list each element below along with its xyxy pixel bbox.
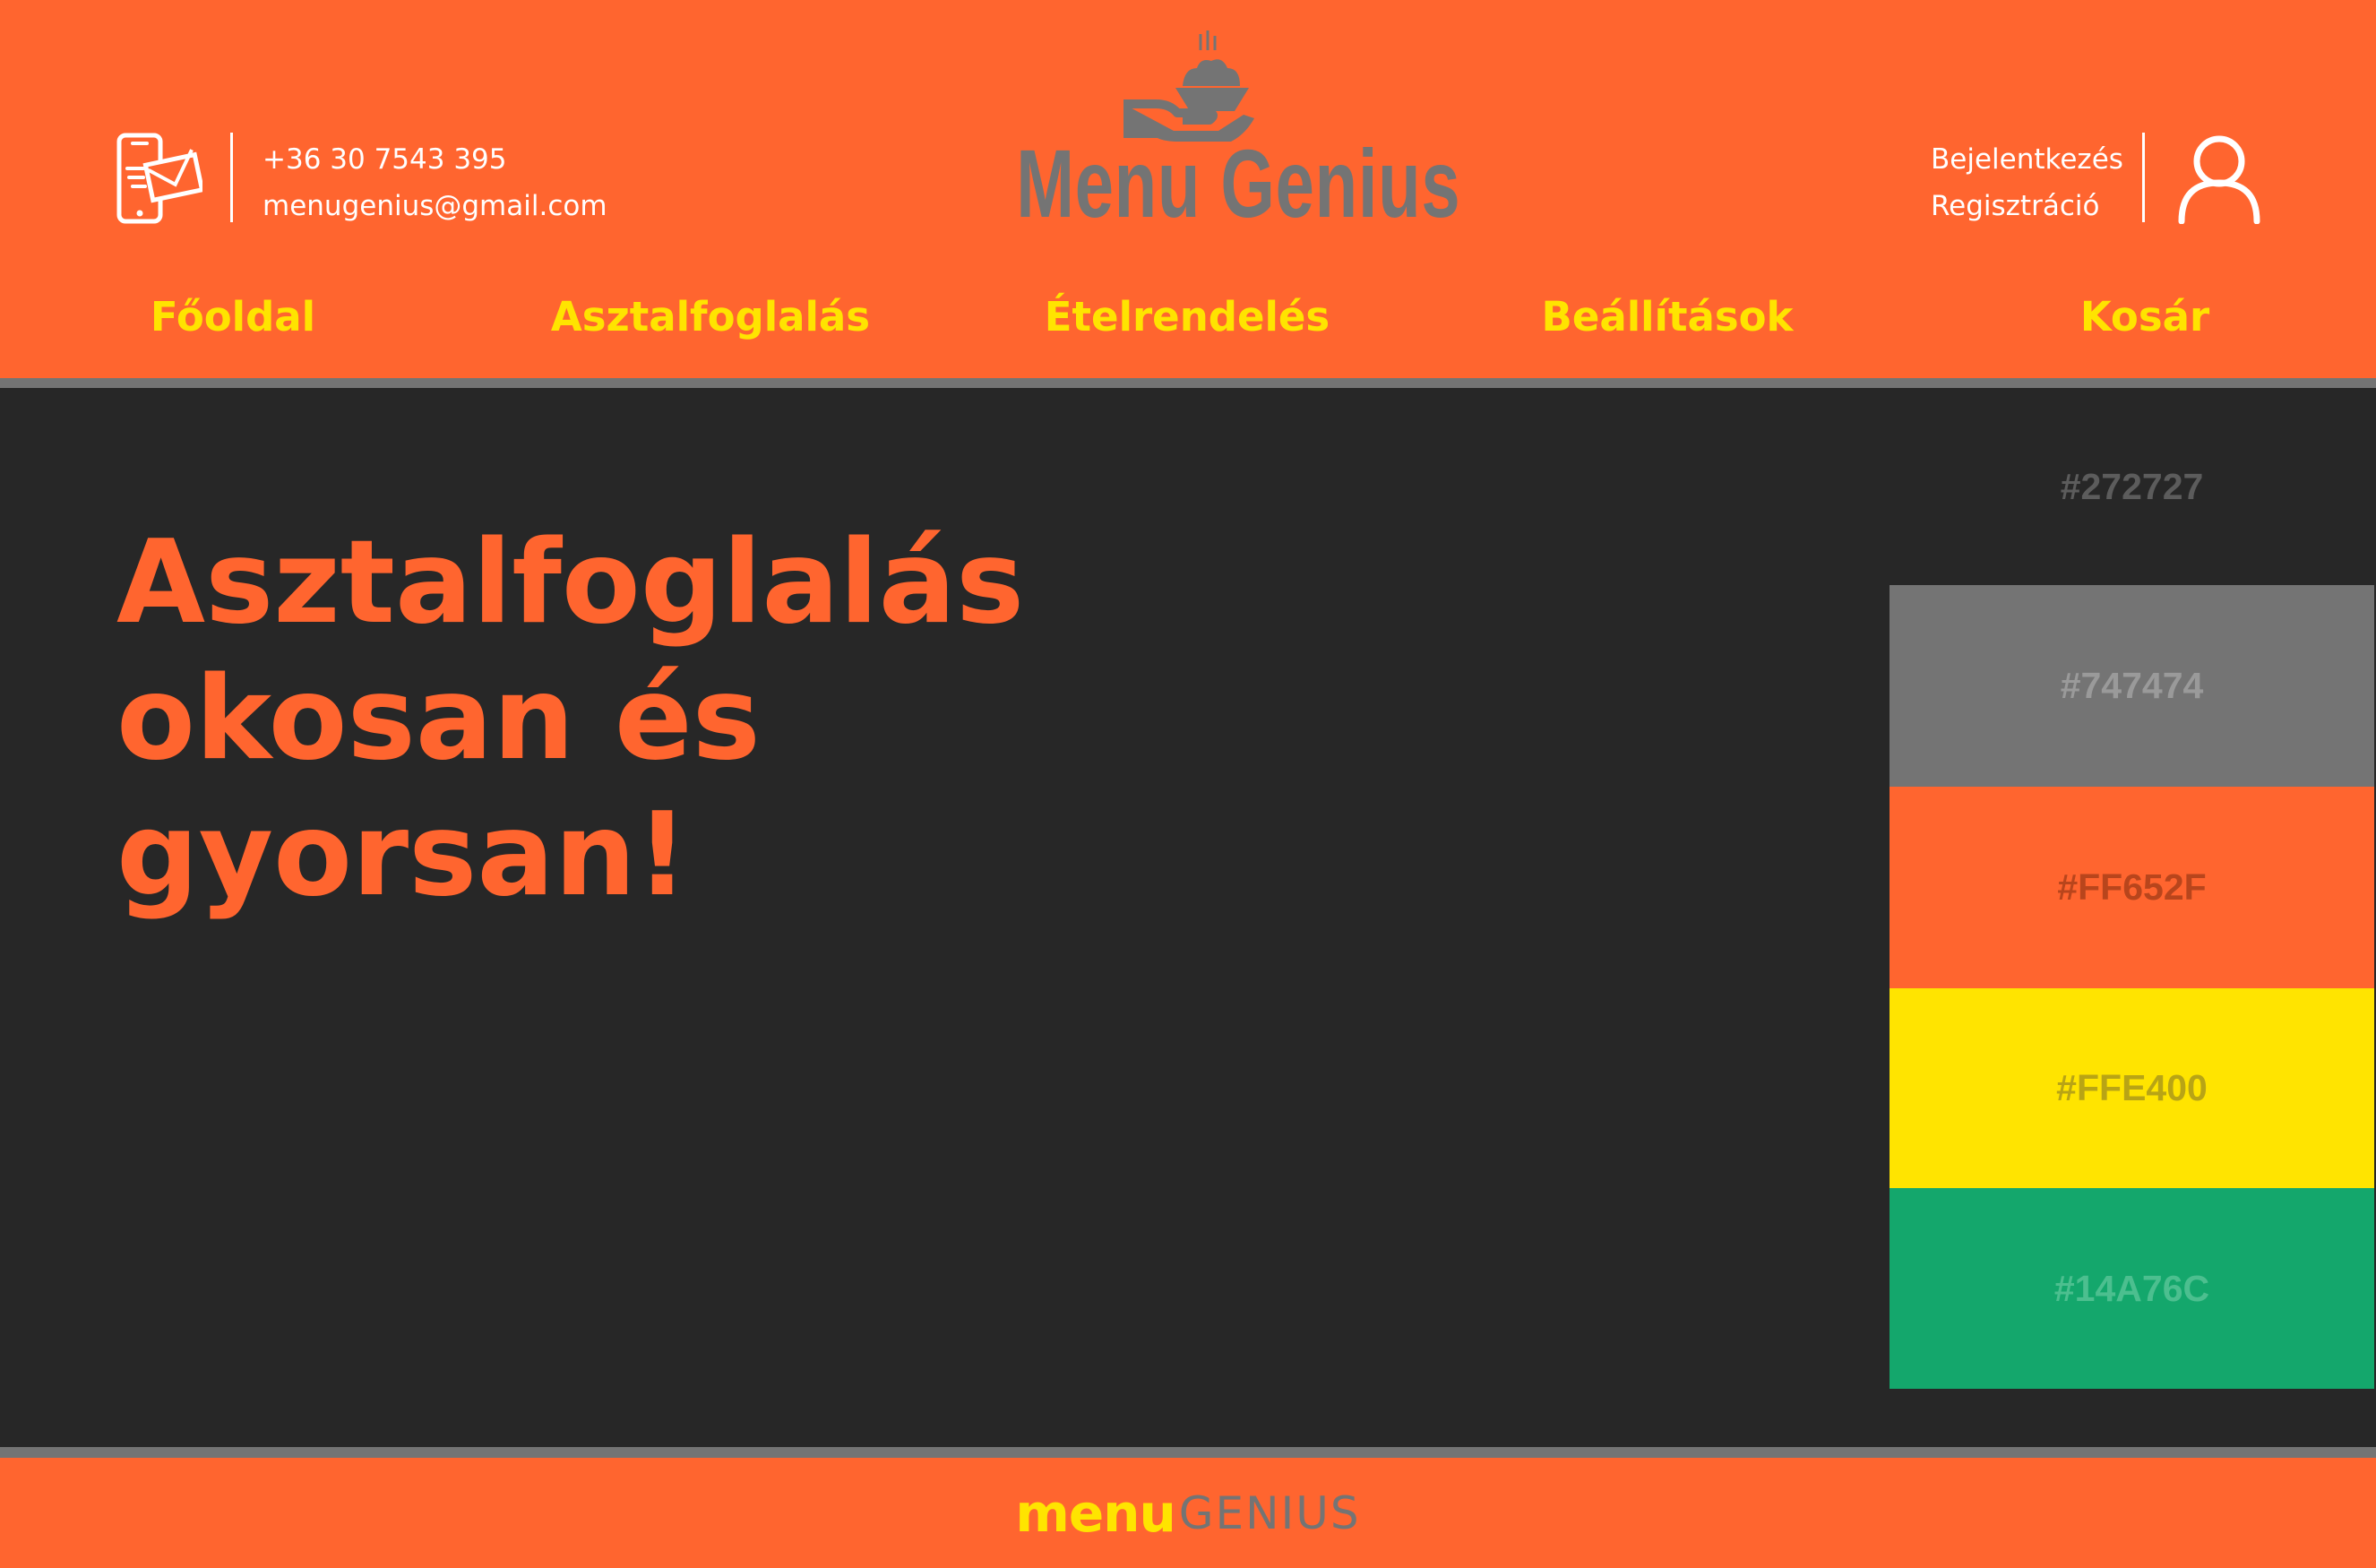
color-swatch: #272727	[1890, 388, 2374, 585]
auth-divider	[2142, 133, 2145, 222]
phone-number[interactable]: +36 30 7543 395	[263, 136, 607, 183]
color-palette: #272727 #747474 #FF652F #FFE400 #14A76C	[1890, 388, 2374, 1389]
main-nav: Főoldal Asztalfoglalás Ételrendelés Beál…	[0, 285, 2376, 349]
logo-wordmark[interactable]: Menu Genius	[1016, 134, 1459, 233]
nav-item-etelrendeles[interactable]: Ételrendelés	[1045, 285, 1330, 349]
nav-item-fooldal[interactable]: Főoldal	[151, 285, 315, 349]
footer-logo-menu: menu	[1015, 1482, 1175, 1544]
site-header: +36 30 7543 395 menugenius@gmail.com Men…	[0, 0, 2376, 378]
color-swatch: #FF652F	[1890, 787, 2374, 988]
footer-logo[interactable]: menu GENIUS	[0, 1458, 2376, 1568]
footer-divider	[0, 1447, 2376, 1458]
site-footer: menu GENIUS	[0, 1458, 2376, 1568]
login-link[interactable]: Bejelentkezés	[1931, 136, 2123, 183]
email-address[interactable]: menugenius@gmail.com	[263, 183, 607, 229]
contact-divider	[230, 133, 233, 222]
swatch-label: #14A76C	[2053, 1267, 2210, 1309]
swatch-label: #272727	[2060, 465, 2204, 507]
color-swatch: #FFE400	[1890, 988, 2374, 1188]
nav-item-beallitasok[interactable]: Beállítások	[1542, 285, 1794, 349]
contact-info: +36 30 7543 395 menugenius@gmail.com	[263, 136, 607, 229]
phone-mail-icon	[116, 133, 202, 224]
hero-headline: Asztalfoglalás okosan és gyorsan!	[116, 515, 1025, 924]
swatch-label: #747474	[2060, 665, 2204, 706]
footer-logo-genius: GENIUS	[1178, 1486, 1361, 1539]
swatch-label: #FFE400	[2056, 1067, 2208, 1108]
nav-item-kosar[interactable]: Kosár	[2080, 285, 2209, 349]
color-swatch: #14A76C	[1890, 1188, 2374, 1389]
register-link[interactable]: Regisztráció	[1931, 183, 2123, 229]
hero-line: okosan és	[116, 652, 761, 786]
color-swatch: #747474	[1890, 585, 2374, 787]
auth-links: Bejelentkezés Regisztráció	[1931, 136, 2123, 229]
hero-line: gyorsan!	[116, 788, 689, 922]
swatch-label: #FF652F	[2057, 866, 2207, 908]
nav-item-asztalfoglalas[interactable]: Asztalfoglalás	[551, 285, 870, 349]
user-icon[interactable]	[2177, 133, 2261, 224]
header-divider	[0, 378, 2376, 388]
serving-dish-icon	[1123, 30, 1254, 142]
hero-line: Asztalfoglalás	[116, 516, 1025, 650]
